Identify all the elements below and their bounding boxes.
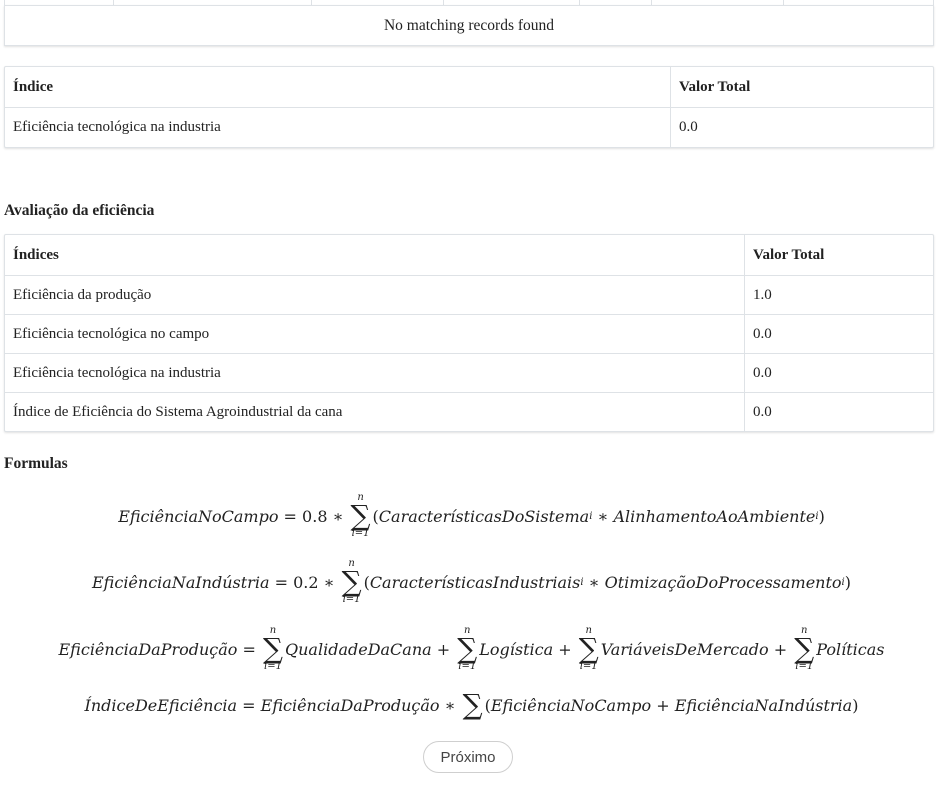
formula-lhs: EficiênciaNoCampo	[118, 506, 279, 526]
table-cell: 0.0	[744, 393, 933, 431]
formula-coefficient: 0.2	[293, 572, 319, 592]
table-row: Índice de Eficiência do Sistema Agroindu…	[5, 392, 933, 431]
table-cell: Índice de Eficiência do Sistema Agroindu…	[13, 403, 343, 420]
table-cell: 0.0	[744, 354, 933, 392]
table-row: Eficiência tecnológica na industria 0.0	[5, 107, 933, 147]
sum-symbol: n ∑ i=1	[350, 492, 371, 539]
table-header-row: Índices Valor Total	[5, 235, 933, 275]
table-cell: Eficiência tecnológica no campo	[13, 325, 210, 342]
section-title-avaliacao: Avaliação da eficiência	[4, 202, 155, 219]
formula-lhs: EficiênciaNaIndústria	[92, 572, 270, 592]
next-button[interactable]: Próximo	[423, 741, 513, 773]
table-cell: 0.0	[744, 315, 933, 353]
section-title-formulas: Formulas	[4, 455, 68, 472]
table-header-row: Índice Valor Total	[5, 67, 933, 107]
table-cell: Eficiência da produção	[13, 286, 152, 303]
formula-eficiencia-industria: EficiênciaNaIndústria = 0.2 ∗ n ∑ i=1 (Car…	[92, 558, 851, 605]
sum-symbol: n ∑ i=1	[578, 625, 599, 672]
formula-eficiencia-campo: EficiênciaNoCampo = 0.8 ∗ n ∑ i=1 (Caracte…	[118, 492, 825, 539]
sum-symbol: n ∑ i=1	[263, 625, 283, 672]
formula-lhs: ÍndiceDeEficiência	[84, 695, 238, 715]
column-header: Índice	[13, 78, 54, 95]
formula-lhs: EficiênciaDaProdução	[58, 639, 238, 659]
formula-eficiencia-producao: EficiênciaDaProdução = n ∑ i=1 QualidadeDa…	[58, 625, 885, 672]
column-header: Valor Total	[744, 235, 933, 275]
sum-symbol: n ∑ i=1	[341, 558, 362, 605]
formula-indice-eficiencia: ÍndiceDeEficiência = EficiênciaDaProduçã…	[84, 688, 859, 721]
table-cell: Eficiência tecnológica na industria	[13, 119, 221, 135]
table-cell: 1.0	[744, 276, 933, 314]
column-header: Índices	[13, 246, 59, 263]
sum-symbol: n ∑ i=1	[457, 625, 478, 672]
indices-table: Índices Valor Total Eficiência da produç…	[4, 234, 934, 432]
indice-table: Índice Valor Total Eficiência tecnológic…	[4, 66, 934, 148]
column-header: Valor Total	[670, 67, 933, 107]
table-row: Eficiência tecnológica no campo 0.0	[5, 314, 933, 353]
table-cell: 0.0	[670, 108, 933, 147]
no-records-message: No matching records found	[4, 5, 934, 46]
formula-coefficient: 0.8	[302, 506, 328, 526]
sum-symbol: ∑	[462, 688, 483, 721]
table-row: Eficiência tecnológica na industria 0.0	[5, 353, 933, 392]
table-row: Eficiência da produção 1.0	[5, 275, 933, 314]
sum-symbol: n ∑ i=1	[794, 625, 815, 672]
table-cell: Eficiência tecnológica na industria	[13, 364, 221, 381]
